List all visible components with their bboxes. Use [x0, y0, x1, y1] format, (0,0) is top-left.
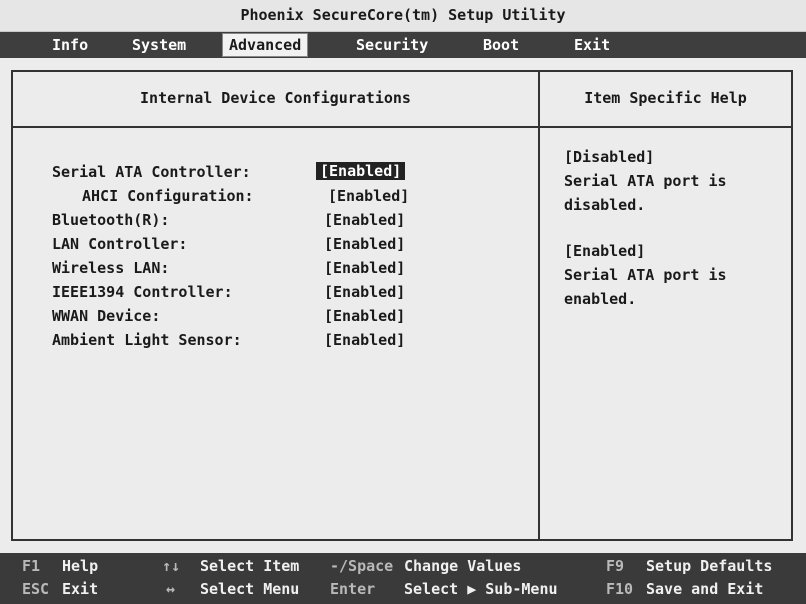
help-title: Item Specific Help	[584, 89, 747, 107]
item-value-wwan[interactable]: [Enabled]	[324, 307, 405, 325]
key-esc: ESC	[22, 580, 50, 598]
menu-bar: Info System Advanced Security Boot Exit	[0, 32, 806, 58]
help-line: [Disabled]	[564, 148, 655, 166]
menu-exit[interactable]: Exit	[574, 32, 610, 58]
item-label-wireless-lan: Wireless LAN:	[52, 259, 170, 277]
column-divider	[538, 70, 540, 541]
item-label-serial-ata: Serial ATA Controller:	[52, 163, 251, 181]
key-esc-desc: Exit	[62, 580, 99, 598]
main-panel	[11, 70, 793, 541]
key-f1: F1	[22, 557, 41, 575]
key-up-down-desc: Select Item	[200, 557, 300, 575]
key-enter: Enter	[330, 580, 376, 598]
item-value-ambient-light[interactable]: [Enabled]	[324, 331, 405, 349]
key-f10-desc: Save and Exit	[646, 580, 764, 598]
help-line: Serial ATA port is	[564, 266, 727, 284]
menu-advanced[interactable]: Advanced	[222, 33, 309, 57]
title-bar: Phoenix SecureCore(tm) Setup Utility	[0, 0, 806, 32]
item-value-lan[interactable]: [Enabled]	[324, 235, 405, 253]
help-line: [Enabled]	[564, 242, 646, 260]
key-f9: F9	[606, 557, 625, 575]
item-label-wwan: WWAN Device:	[52, 307, 161, 325]
help-line: disabled.	[564, 196, 646, 214]
key-minus-space-desc: Change Values	[404, 557, 522, 575]
item-label-ieee1394: IEEE1394 Controller:	[52, 283, 233, 301]
item-value-bluetooth[interactable]: [Enabled]	[324, 211, 405, 229]
key-minus-space: -/Space	[330, 557, 394, 575]
item-label-bluetooth: Bluetooth(R):	[52, 211, 170, 229]
key-f9-desc: Setup Defaults	[646, 557, 773, 575]
help-line: Serial ATA port is	[564, 172, 727, 190]
key-f10: F10	[606, 580, 634, 598]
item-value-ieee1394[interactable]: [Enabled]	[324, 283, 405, 301]
item-value-ahci[interactable]: [Enabled]	[328, 187, 409, 205]
menu-boot[interactable]: Boot	[483, 32, 519, 58]
window-title: Phoenix SecureCore(tm) Setup Utility	[240, 6, 566, 24]
key-f1-desc: Help	[62, 557, 99, 575]
menu-system[interactable]: System	[132, 32, 186, 58]
key-left-right-desc: Select Menu	[200, 580, 300, 598]
menu-security[interactable]: Security	[356, 32, 428, 58]
item-label-lan: LAN Controller:	[52, 235, 188, 253]
item-label-ahci: AHCI Configuration:	[82, 187, 254, 205]
key-left-right: ↔	[166, 580, 176, 598]
key-legend-bar: F1 Help ↑↓ Select Item -/Space Change Va…	[0, 553, 806, 604]
key-up-down: ↑↓	[162, 557, 181, 575]
section-title: Internal Device Configurations	[140, 89, 411, 107]
key-enter-desc: Select ▶ Sub-Menu	[404, 580, 558, 598]
header-divider	[11, 126, 793, 128]
menu-info[interactable]: Info	[52, 32, 88, 58]
item-label-ambient-light: Ambient Light Sensor:	[52, 331, 242, 349]
help-line: enabled.	[564, 290, 637, 308]
item-value-wireless-lan[interactable]: [Enabled]	[324, 259, 405, 277]
item-value-serial-ata[interactable]: [Enabled]	[316, 162, 406, 180]
